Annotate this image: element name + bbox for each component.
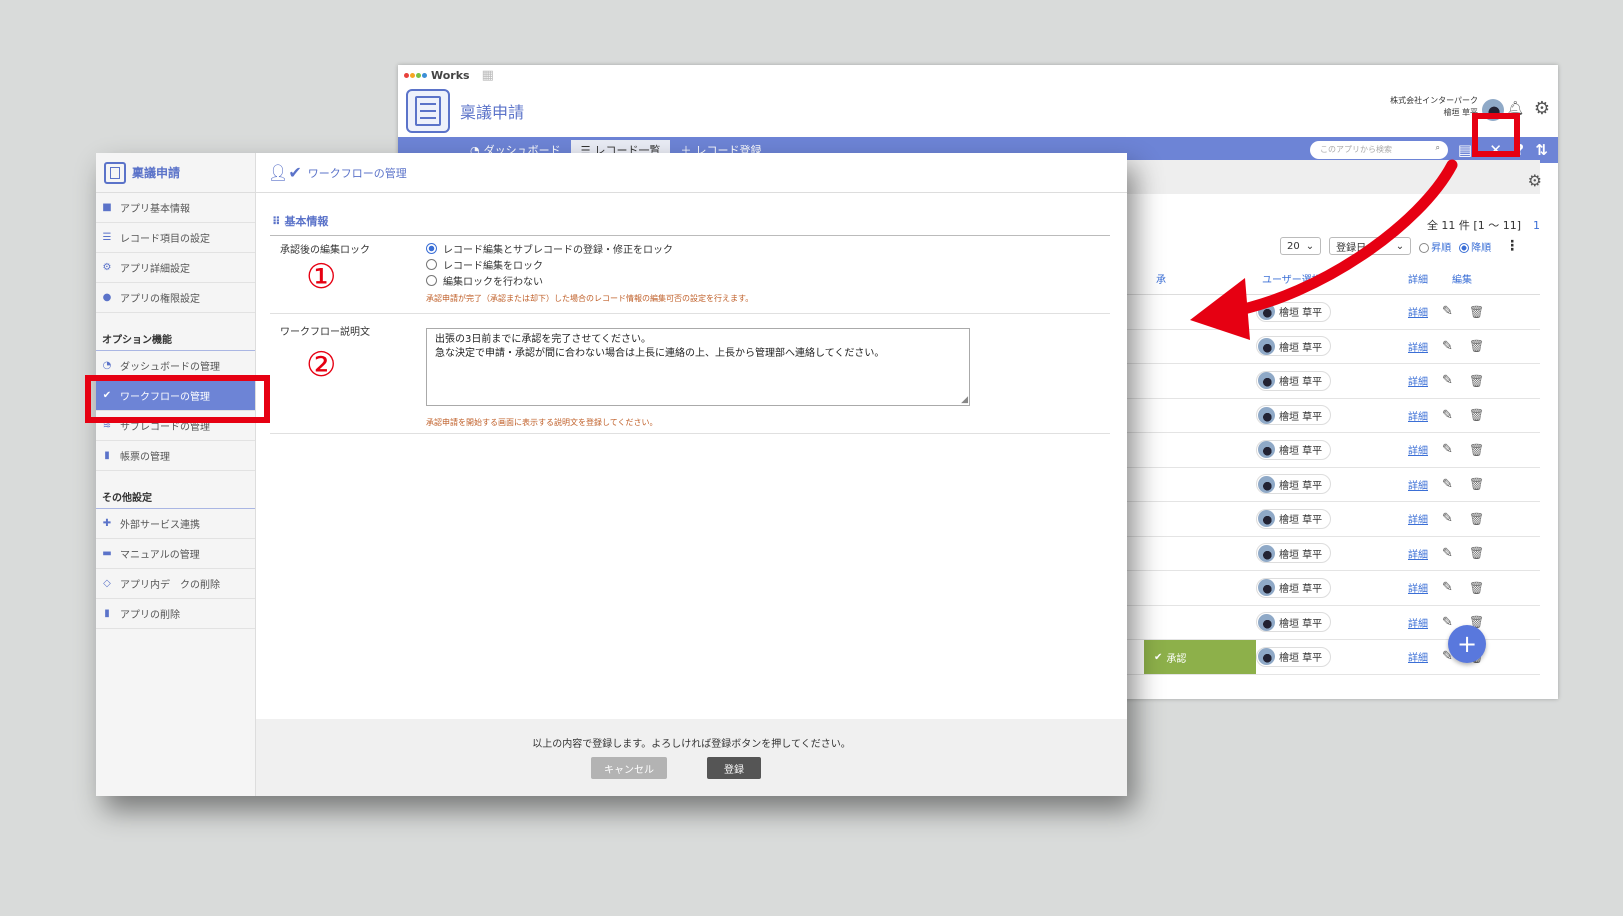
sidebar-item-label: アプリ詳細設定 — [120, 264, 190, 275]
sidebar-item-permissions[interactable]: ● アプリの権限設定 — [96, 283, 255, 313]
sidebar-header: 稟議申請 — [96, 153, 255, 193]
lock-label: 承認後の編集ロック — [280, 245, 370, 256]
sidebar-item-basic-info[interactable]: ■ アプリ基本情報 — [96, 193, 255, 223]
cancel-button[interactable]: キャンセル — [591, 757, 667, 779]
book-icon: ▬ — [102, 548, 112, 559]
sidebar-item-delete-app[interactable]: ▮ アプリの削除 — [96, 599, 255, 629]
lock-option-record[interactable]: レコード編集をロック — [426, 257, 543, 272]
sidebar-item-label: 帳票の管理 — [120, 452, 170, 463]
form-icon: ▮ — [104, 450, 110, 461]
puzzle-icon: ✚ — [102, 518, 112, 529]
radio-label: レコード編集をロック — [443, 261, 543, 272]
settings-dialog: 稟議申請 ■ アプリ基本情報 ☰ レコード項目の設定 ⚙ アプリ詳細設定 ● アプリの権… — [96, 153, 1127, 796]
section-divider — [270, 235, 1110, 236]
panel-header: 👤︎✔ ワークフローの管理 — [256, 153, 1127, 193]
trash-icon: ▮ — [104, 608, 110, 619]
sidebar-title: 稟議申請 — [132, 166, 181, 180]
page-title: ワークフローの管理 — [307, 166, 407, 180]
gear-icon: ⚙ — [102, 262, 112, 273]
workflow-icon: 👤︎✔ — [268, 163, 302, 182]
radio-label: レコード編集とサブレコードの登録・修正をロック — [443, 245, 673, 256]
sidebar-item-label: ダッシュボードの管理 — [120, 362, 220, 373]
workflow-settings-panel: 👤︎✔ ワークフローの管理 ⠿ 基本情報 承認後の編集ロック レコード編集とサブ… — [256, 153, 1127, 796]
lock-hint: 承認申請が完了（承認または却下）した場合のレコード情報の編集可否の設定を行えます… — [426, 294, 754, 303]
settings-sidebar: 稟議申請 ■ アプリ基本情報 ☰ レコード項目の設定 ⚙ アプリ詳細設定 ● アプリの権… — [96, 153, 256, 796]
grip-icon: ⠿ — [272, 215, 285, 228]
option-section-title: オプション機能 — [96, 323, 255, 351]
list-icon: ☰ — [102, 232, 112, 243]
checklist-app-icon — [104, 161, 126, 184]
lock-option-none[interactable]: 編集ロックを行わない — [426, 273, 543, 288]
highlight-workflow-box — [85, 375, 270, 423]
step-number-1: ① — [306, 257, 337, 297]
radio-label: 編集ロックを行わない — [443, 277, 543, 288]
sidebar-item-label: マニュアルの管理 — [120, 550, 200, 561]
eraser-icon: ◇ — [103, 578, 111, 589]
sidebar-item-label: アプリ基本情報 — [120, 204, 190, 215]
sidebar-item-label: アプリ内デ クの削除 — [120, 580, 220, 591]
sidebar-item-forms[interactable]: ▮ 帳票の管理 — [96, 441, 255, 471]
lock-option-full[interactable]: レコード編集とサブレコードの登録・修正をロック — [426, 241, 673, 256]
users-icon: ● — [102, 292, 112, 303]
description-line: 急な決定で申請・承認が間に合わない場合は上長に連絡の上、上長から管理部へ連絡して… — [435, 348, 885, 359]
radio-icon — [426, 243, 437, 254]
description-label: ワークフロー説明文 — [280, 327, 370, 338]
radio-icon — [426, 259, 437, 270]
sidebar-item-label: アプリの権限設定 — [120, 294, 200, 305]
section-title: ⠿ 基本情報 — [272, 213, 328, 229]
resize-handle-icon[interactable]: ◢ — [961, 393, 968, 407]
sidebar-item-label: アプリの削除 — [120, 610, 180, 621]
sidebar-item-label: レコード項目の設定 — [120, 234, 210, 245]
dialog-footer: 以上の内容で登録します。よろしければ登録ボタンを押してください。 キャンセル 登… — [256, 719, 1127, 796]
step-number-2: ② — [306, 345, 337, 385]
workflow-description-textarea[interactable]: 出張の3日前までに承認を完了させてください。 急な決定で申請・承認が間に合わない… — [426, 328, 970, 406]
description-line: 出張の3日前までに承認を完了させてください。 — [435, 334, 652, 345]
info-icon: ■ — [102, 202, 112, 213]
footer-message: 以上の内容で登録します。よろしければ登録ボタンを押してください。 — [532, 739, 851, 750]
sidebar-item-record-fields[interactable]: ☰ レコード項目の設定 — [96, 223, 255, 253]
sidebar-item-manual[interactable]: ▬ マニュアルの管理 — [96, 539, 255, 569]
section-title-text: 基本情報 — [284, 215, 329, 228]
dashboard-icon: ◔ — [102, 360, 112, 371]
sidebar-item-external[interactable]: ✚ 外部サービス連携 — [96, 509, 255, 539]
sidebar-item-delete-data[interactable]: ◇ アプリ内デ クの削除 — [96, 569, 255, 599]
sidebar-item-app-detail[interactable]: ⚙ アプリ詳細設定 — [96, 253, 255, 283]
save-button[interactable]: 登録 — [707, 757, 761, 779]
radio-icon — [426, 275, 437, 286]
other-section-title: その他設定 — [96, 481, 255, 509]
row-divider — [270, 433, 1110, 434]
description-hint: 承認申請を開始する画面に表示する説明文を登録してください。 — [426, 418, 658, 427]
row-divider — [270, 313, 1110, 314]
sidebar-item-label: 外部サービス連携 — [120, 520, 200, 531]
